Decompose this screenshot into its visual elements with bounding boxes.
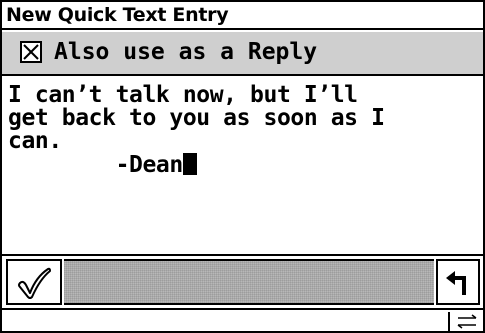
message-signature-line: -Dean	[8, 153, 477, 177]
return-button[interactable]	[436, 259, 480, 305]
reply-option-label[interactable]: Also use as a Reply	[54, 37, 317, 67]
reply-checkbox[interactable]	[20, 41, 42, 63]
return-arrow-icon	[446, 271, 466, 295]
ok-button[interactable]	[6, 259, 62, 305]
checkmark-icon	[18, 267, 51, 299]
status-bar	[2, 308, 483, 331]
window-title: New Quick Text Entry	[6, 4, 229, 26]
status-divider	[448, 312, 450, 331]
message-text-area[interactable]: I can’t talk now, but I’ll get back to y…	[2, 76, 483, 256]
swap-arrows-icon[interactable]	[454, 312, 480, 331]
toolbar	[2, 256, 483, 308]
reply-option-row[interactable]: Also use as a Reply	[2, 32, 483, 76]
message-line: I can’t talk now, but I’ll	[8, 82, 358, 108]
message-line: can.	[8, 128, 62, 154]
checkbox-x-icon	[23, 44, 39, 60]
message-signature: -Dean	[8, 152, 184, 178]
quick-text-window: New Quick Text Entry Also use as a Reply…	[0, 0, 485, 333]
toolbar-spacer	[64, 259, 434, 305]
title-bar: New Quick Text Entry	[2, 2, 483, 30]
message-line: get back to you as soon as I	[8, 105, 385, 131]
text-cursor	[182, 153, 197, 175]
